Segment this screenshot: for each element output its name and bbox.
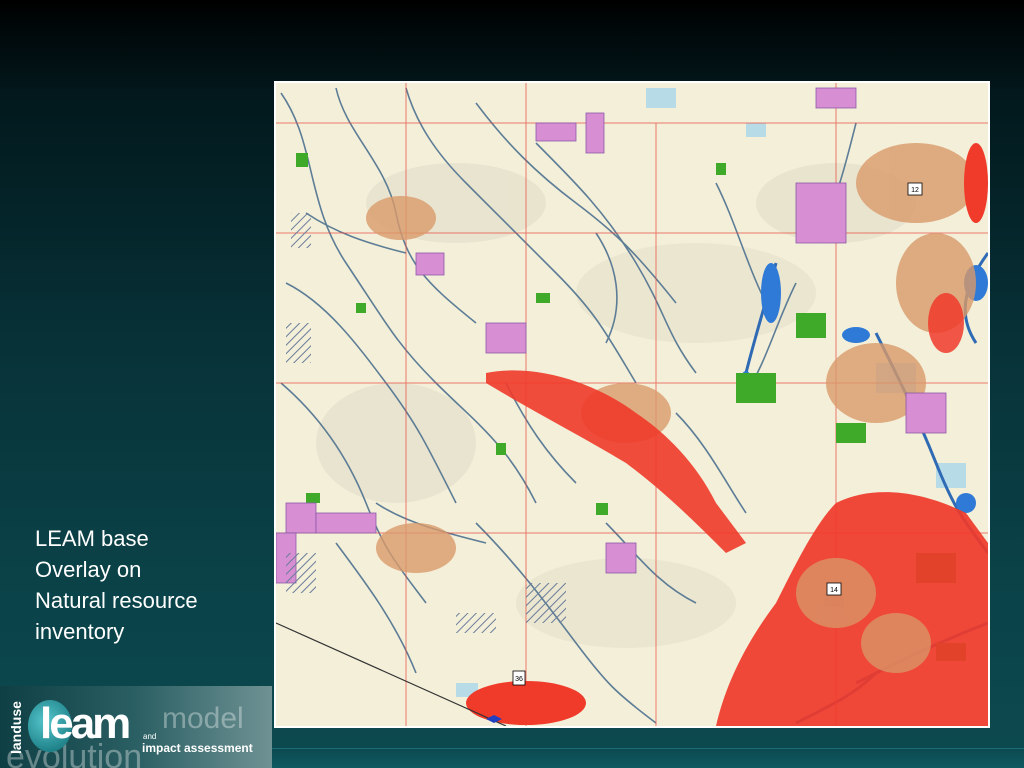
caption-line-1: LEAM base — [35, 526, 149, 551]
logo-model-text: model — [162, 702, 244, 735]
logo-tagline: impact assessment — [142, 741, 253, 755]
logo-vertical-text: landuse — [8, 701, 24, 754]
caption-line-3: Natural resource — [35, 588, 198, 613]
logo-wordmark: leam — [40, 699, 131, 748]
caption-line-2: Overlay on — [35, 557, 142, 582]
map-canvas: 12 14 36 — [276, 83, 988, 726]
logo-and-text: and — [143, 732, 157, 741]
land-use-map: 12 14 36 — [274, 81, 990, 728]
leam-logo: evolution model leam and impact assessme… — [0, 686, 272, 768]
route-shield-14: 14 — [826, 582, 842, 596]
route-shield-12: 12 — [907, 182, 923, 196]
route-shield-36: 36 — [512, 670, 526, 686]
route-shield-12-label: 12 — [911, 187, 919, 194]
route-shield-14-label: 14 — [830, 587, 838, 594]
route-shield-36-label: 36 — [515, 676, 523, 683]
caption-line-4: inventory — [35, 619, 125, 644]
slide-caption: LEAM base Overlay on Natural resource in… — [35, 523, 255, 647]
